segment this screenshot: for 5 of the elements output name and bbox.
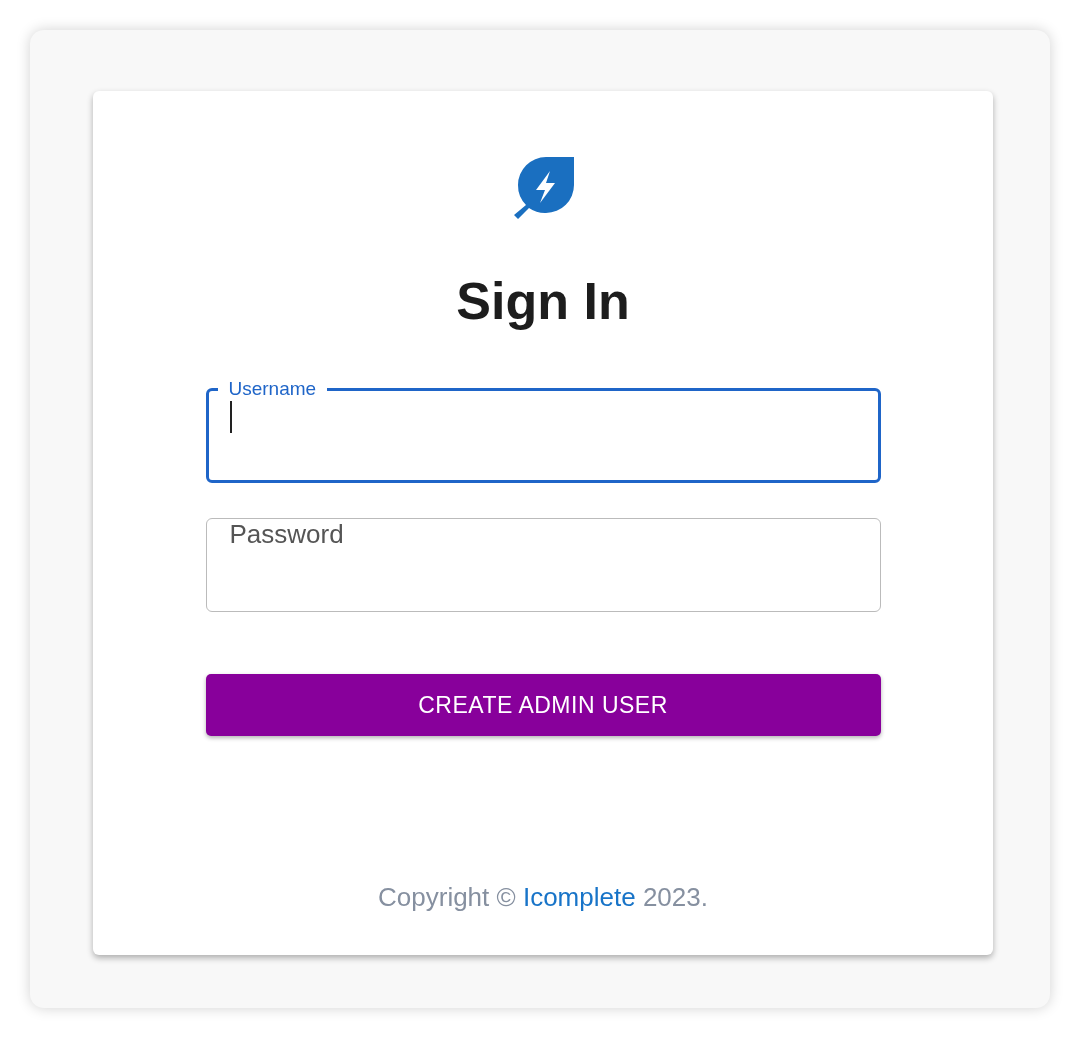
company-link[interactable]: Icomplete [522,882,636,912]
password-field[interactable]: Password [205,518,881,612]
copyright-text: Copyright © Icomplete 2023. [378,882,708,913]
sign-in-title: Sign In [456,271,630,331]
create-admin-user-button[interactable]: CREATE ADMIN USER [205,674,881,736]
